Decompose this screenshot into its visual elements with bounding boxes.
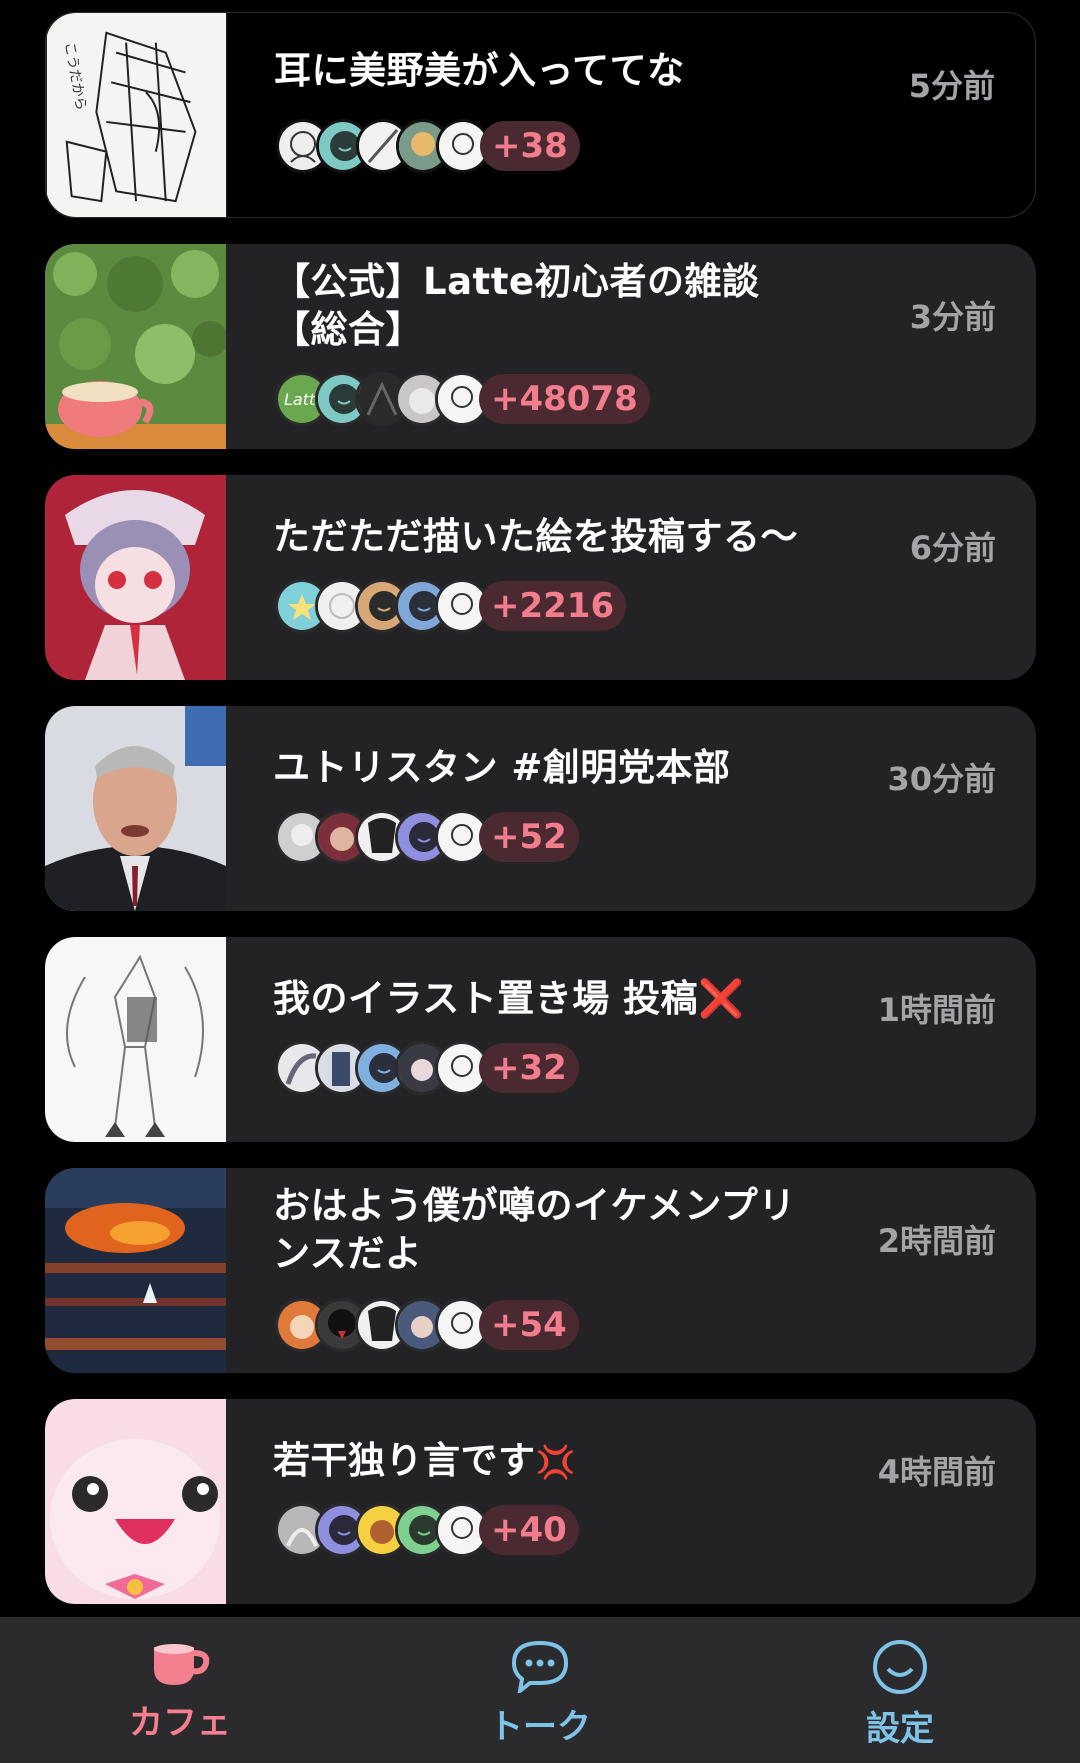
room-time: 3分前 <box>909 298 996 336</box>
nav-talk[interactable]: トーク <box>440 1617 640 1763</box>
room-time: 4時間前 <box>877 1453 996 1491</box>
nav-cafe-label: カフェ <box>129 1703 231 1743</box>
room-thumbnail <box>45 1168 226 1373</box>
bottom-nav: カフェ トーク 設定 <box>0 1617 1080 1763</box>
nav-settings[interactable]: 設定 <box>800 1617 1000 1763</box>
room-time: 1時間前 <box>877 991 996 1029</box>
room-time: 2時間前 <box>877 1222 996 1260</box>
room-card[interactable]: ただただ描いた絵を投稿する〜 6分前 +2216 <box>45 475 1036 680</box>
room-title: 耳に美野美が入っててな <box>274 49 685 92</box>
room-thumbnail <box>45 475 226 680</box>
room-title: おはよう僕が噂のイケメンプリンスだよ <box>273 1184 796 1275</box>
chat-bubble-icon <box>511 1640 569 1693</box>
room-card[interactable]: 若干独り言です💢 4時間前 +40 <box>45 1399 1036 1604</box>
nav-talk-label: トーク <box>489 1707 591 1747</box>
svg-text:Latt: Latt <box>284 390 316 409</box>
room-card[interactable]: 我のイラスト置き場 投稿❌ 1時間前 +32 <box>45 937 1036 1142</box>
member-count-badge: +32 <box>479 1043 579 1093</box>
member-count-badge: +52 <box>479 812 579 862</box>
room-title-text: 若干独り言です <box>273 1439 536 1482</box>
room-thumbnail <box>45 1399 226 1604</box>
room-card[interactable]: こうだから 耳に美野美が入っててな 5分前 +38 <box>45 12 1036 218</box>
nav-settings-label: 設定 <box>866 1709 934 1749</box>
room-time: 30分前 <box>887 760 996 798</box>
coffee-cup-icon <box>154 1644 210 1685</box>
member-count-badge: +2216 <box>479 581 627 631</box>
room-card[interactable]: ユトリスタン #創明党本部 30分前 +52 <box>45 706 1036 911</box>
room-title: 我のイラスト置き場 投稿❌ <box>273 975 833 1023</box>
room-time: 5分前 <box>908 67 995 105</box>
room-title-text: 我のイラスト置き場 投稿 <box>273 977 699 1020</box>
room-title: ユトリスタン #創明党本部 <box>273 746 731 789</box>
anger-symbol-icon: 💢 <box>535 1443 576 1481</box>
cross-mark-icon: ❌ <box>698 977 745 1020</box>
member-count-badge: +38 <box>480 121 580 171</box>
room-thumbnail <box>45 244 226 449</box>
smile-face-icon <box>873 1640 927 1694</box>
room-card[interactable]: おはよう僕が噂のイケメンプリンスだよ 2時間前 +54 <box>45 1168 1036 1373</box>
room-title: ただただ描いた絵を投稿する〜 <box>273 515 798 558</box>
room-time: 6分前 <box>909 529 996 567</box>
room-card[interactable]: 【公式】Latte初心者の雑談【総合】 3分前 Latt +48078 <box>45 244 1036 449</box>
room-title: 若干独り言です💢 <box>273 1437 833 1486</box>
room-thumbnail <box>45 937 226 1142</box>
member-count-badge: +40 <box>479 1505 579 1555</box>
member-count-badge: +48078 <box>479 374 650 424</box>
room-thumbnail: こうだから <box>46 13 227 217</box>
nav-cafe[interactable]: カフェ <box>80 1617 280 1763</box>
member-count-badge: +54 <box>479 1300 579 1350</box>
room-thumbnail <box>45 706 226 911</box>
room-title: 【公式】Latte初心者の雑談【総合】 <box>273 260 760 351</box>
